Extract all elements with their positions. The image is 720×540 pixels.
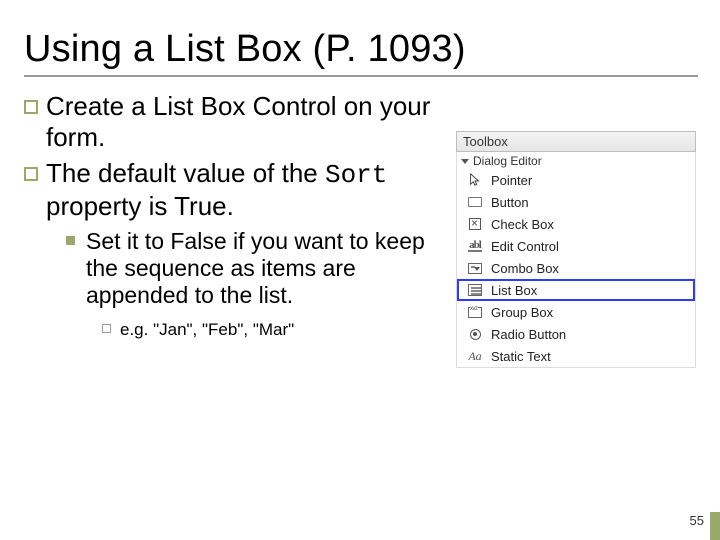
toolbox-section-header[interactable]: Dialog Editor xyxy=(456,152,696,169)
slide-title: Using a List Box (P. 1093) xyxy=(24,28,698,71)
toolbox-item-label: Edit Control xyxy=(491,239,559,254)
code-literal: Sort xyxy=(325,160,387,190)
bullet-text: Set it to False if you want to keep the … xyxy=(86,228,425,308)
static-text-icon: Aa xyxy=(467,348,483,364)
toolbox-item-listbox[interactable]: List Box xyxy=(457,279,695,301)
bullet-list-level1: Create a List Box Control on your form. … xyxy=(24,91,446,340)
toolbox-item-combo[interactable]: Combo Box xyxy=(457,257,695,279)
bullet-item: Create a List Box Control on your form. xyxy=(24,91,446,152)
toolbox-item-static[interactable]: Aa Static Text xyxy=(457,345,695,367)
combo-box-icon xyxy=(467,260,483,276)
radio-button-icon xyxy=(467,326,483,342)
bullet-list-level2: Set it to False if you want to keep the … xyxy=(66,228,446,341)
toolbox-item-label: Combo Box xyxy=(491,261,559,276)
toolbox-item-edit[interactable]: abl Edit Control xyxy=(457,235,695,257)
toolbox-item-label: Static Text xyxy=(491,349,551,364)
bullet-item: Set it to False if you want to keep the … xyxy=(66,228,446,341)
slide: Using a List Box (P. 1093) Create a List… xyxy=(0,0,720,540)
toolbox-item-label: List Box xyxy=(491,283,537,298)
title-underline: Using a List Box (P. 1093) xyxy=(24,28,698,77)
bullet-text-post: property is True. xyxy=(46,191,234,221)
toolbox-item-pointer[interactable]: Pointer xyxy=(457,169,695,191)
bullet-text-pre: The default value of the xyxy=(46,158,325,188)
toolbox-item-label: Check Box xyxy=(491,217,554,232)
toolbox-item-label: Button xyxy=(491,195,529,210)
bullet-list-level3: e.g. "Jan", "Feb", "Mar" xyxy=(102,319,446,340)
toolbox-panel: Toolbox Dialog Editor Pointer Button Che… xyxy=(455,130,697,369)
group-box-icon xyxy=(467,304,483,320)
bullet-text: Create a List Box Control on your form. xyxy=(46,91,430,152)
bullet-item: The default value of the Sort property i… xyxy=(24,158,446,340)
edit-control-icon: abl xyxy=(467,238,483,254)
toolbox-item-groupbox[interactable]: Group Box xyxy=(457,301,695,323)
toolbox-item-button[interactable]: Button xyxy=(457,191,695,213)
page-number: 55 xyxy=(690,513,704,528)
toolbox-item-label: Group Box xyxy=(491,305,553,320)
toolbox-title-label: Toolbox xyxy=(463,134,508,149)
button-icon xyxy=(467,194,483,210)
list-box-icon xyxy=(467,282,483,298)
collapse-triangle-icon xyxy=(461,159,469,164)
toolbox-title-bar[interactable]: Toolbox xyxy=(456,131,696,152)
accent-bar xyxy=(710,512,720,540)
toolbox-item-label: Radio Button xyxy=(491,327,566,342)
bullet-item: e.g. "Jan", "Feb", "Mar" xyxy=(102,319,446,340)
toolbox-item-checkbox[interactable]: Check Box xyxy=(457,213,695,235)
bullet-text: e.g. "Jan", "Feb", "Mar" xyxy=(120,320,294,339)
checkbox-icon xyxy=(467,216,483,232)
bullet-column: Create a List Box Control on your form. … xyxy=(24,91,454,346)
toolbox-items: Pointer Button Check Box abl Edit Contro… xyxy=(456,169,696,368)
pointer-icon xyxy=(467,172,483,188)
toolbox-section-label: Dialog Editor xyxy=(473,154,542,168)
toolbox-item-radio[interactable]: Radio Button xyxy=(457,323,695,345)
toolbox-item-label: Pointer xyxy=(491,173,532,188)
